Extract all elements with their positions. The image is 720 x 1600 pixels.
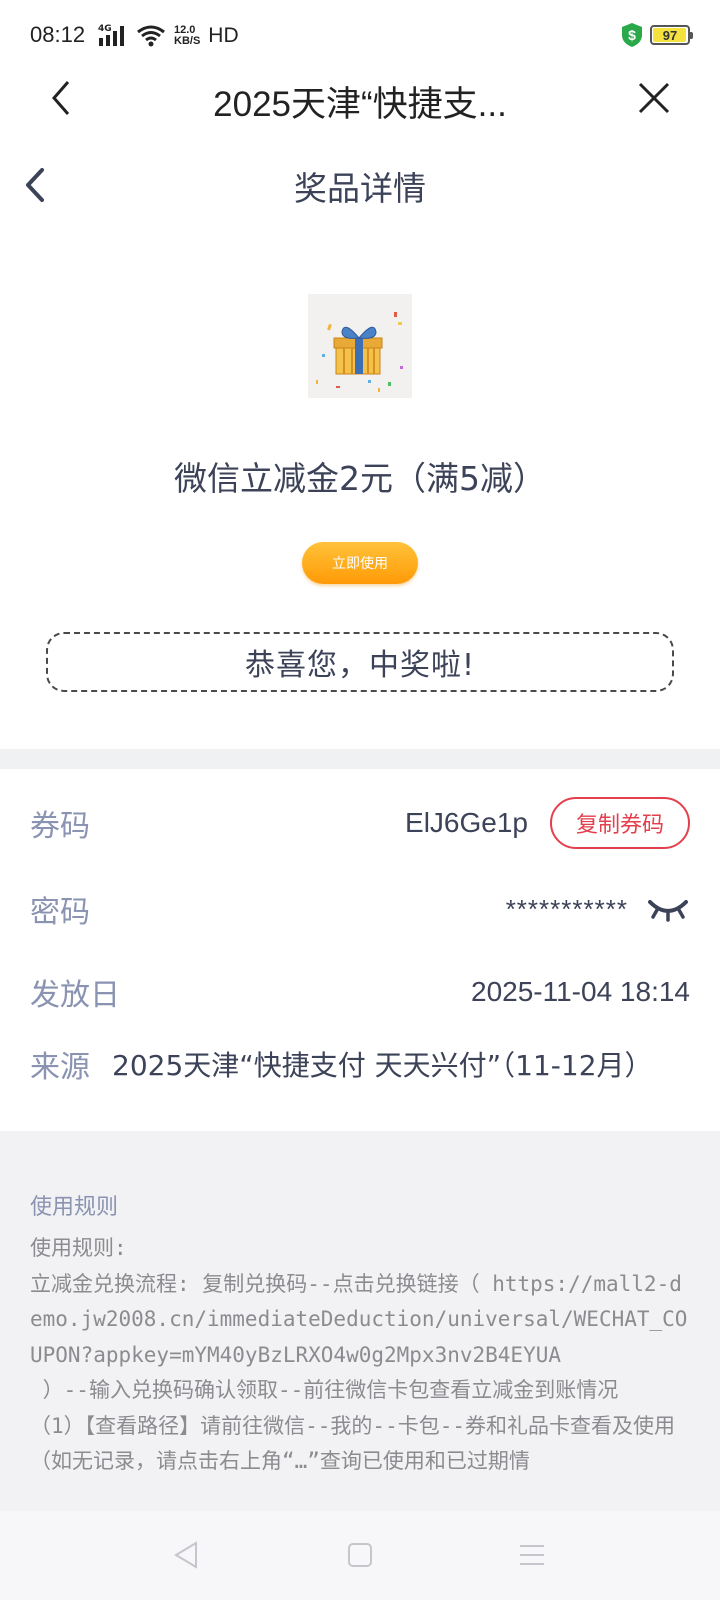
status-right: $ 97 <box>620 22 693 48</box>
system-navbar <box>0 1511 720 1600</box>
svg-text:$: $ <box>628 27 636 43</box>
coupon-code-row: 券码 ElJ6Ge1p 复制券码 <box>30 797 690 849</box>
issue-date-value: 2025-11-04 18:14 <box>471 976 690 1007</box>
network-speed: 12.0 KB/S <box>174 24 201 47</box>
nav-home-icon <box>348 1543 372 1567</box>
close-icon <box>638 82 670 114</box>
source-value: 2025天津“快捷支付 天天兴付”（11-12月） <box>112 1049 653 1082</box>
toggle-password-button[interactable] <box>646 894 690 924</box>
hd-indicator: HD <box>208 24 239 47</box>
prize-image <box>308 294 412 398</box>
signal-icon: 4G <box>98 24 128 48</box>
page-title: 奖品详情 <box>294 169 426 208</box>
use-now-button[interactable]: 立即使用 <box>302 542 418 584</box>
prize-name: 微信立减金2元（满5减） <box>174 459 546 498</box>
issue-date-label: 发放日 <box>30 978 120 1013</box>
webview-close-button[interactable] <box>634 78 674 118</box>
password-row: 密码 *********** <box>30 884 690 934</box>
nav-home-button[interactable] <box>340 1537 380 1573</box>
usage-rules-body: 使用规则: 立减金兑换流程: 复制兑换码--点击兑换链接（ https://ma… <box>30 1236 688 1473</box>
password-value: *********** <box>505 893 628 924</box>
nav-menu-button[interactable] <box>512 1537 552 1573</box>
coupon-code-value: ElJ6Ge1p <box>405 807 528 838</box>
status-time: 08:12 <box>30 22 86 47</box>
source-row: 来源 2025天津“快捷支付 天天兴付”（11-12月） <box>30 1039 690 1089</box>
issue-date-row: 发放日 2025-11-04 18:14 <box>30 967 690 1017</box>
chevron-left-icon <box>52 81 70 115</box>
wifi-icon <box>137 25 165 47</box>
page-header: 奖品详情 <box>0 150 720 220</box>
status-icons: 4G 12.0 KB/S HD <box>98 22 239 50</box>
nav-back-icon <box>174 1541 197 1569</box>
shield-dollar-icon: $ <box>622 23 642 47</box>
eye-closed-icon <box>648 900 688 922</box>
nav-menu-icon <box>520 1545 544 1565</box>
webview-titlebar: 2025天津“快捷支... <box>0 72 720 126</box>
usage-rules-section: 使用规则 使用规则: 立减金兑换流程: 复制兑换码--点击兑换链接（ https… <box>0 1131 720 1511</box>
webview-back-button[interactable] <box>44 78 84 118</box>
webview-title: 2025天津“快捷支... <box>213 85 507 124</box>
section-divider <box>0 749 720 769</box>
copy-code-button[interactable]: 复制券码 <box>550 797 690 849</box>
password-label: 密码 <box>30 895 90 930</box>
congrats-banner: 恭喜您，中奖啦! <box>46 632 674 692</box>
nav-back-button[interactable] <box>166 1537 206 1573</box>
battery-icon: 97 <box>650 25 693 45</box>
battery-level: 97 <box>662 27 678 43</box>
source-label: 来源 <box>30 1050 90 1085</box>
coupon-code-label: 券码 <box>30 809 90 844</box>
status-bar: 08:12 4G 12.0 KB/S HD $ 97 <box>0 0 720 72</box>
usage-rules-title: 使用规则 <box>30 1195 119 1220</box>
gift-box-icon <box>316 312 403 392</box>
